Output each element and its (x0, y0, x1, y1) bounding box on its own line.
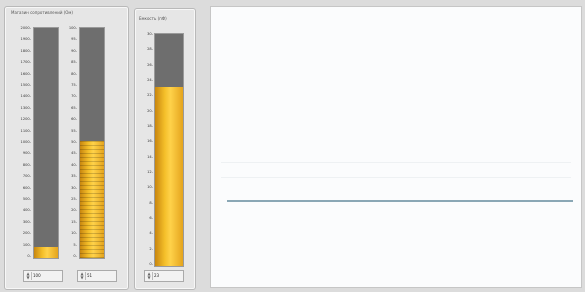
panel-title-capacitance: Емкость (пФ) (139, 16, 167, 21)
scale-tick-label: 8- (149, 200, 153, 205)
scale-tick-label: 85- (71, 60, 77, 65)
scale-tick-label: 15- (71, 219, 77, 224)
numeric-control-capacitance[interactable]: ▲ ▼ 23 (144, 270, 184, 282)
scale-tick-label: 20- (147, 108, 153, 113)
numeric-control-right[interactable]: ▲ ▼ 51 (77, 270, 117, 282)
scale-tick-label: 24- (147, 78, 153, 82)
scale-tick-label: 55- (71, 128, 77, 133)
scale-tick-label: 30- (147, 32, 153, 36)
scale-tick-label: 2000- (20, 26, 31, 30)
scale-tick-label: 0- (73, 254, 77, 258)
capacitance-panel: Емкость (пФ) 30- 28- 26- 24- 22- 20- 18- 16- 14-… (134, 8, 196, 290)
numeric-value-right[interactable]: 51 (87, 273, 92, 278)
scale-tick-label: 800- (22, 162, 31, 167)
scale-tick-label: 1300- (20, 105, 31, 110)
scale-tick-label: 90- (71, 48, 77, 53)
scale-tick-label: 16- (147, 139, 153, 144)
scale-tick-label: 200- (22, 231, 31, 236)
scale-tick-label: 20- (71, 208, 77, 213)
resistance-box-panel: Магазин сопротивлений (Ом) 2000- 1900- 180… (4, 6, 129, 290)
scale-tick-label: 40- (71, 162, 77, 167)
scale-tick-label: 1000- (20, 140, 31, 144)
tube-capacitance (154, 33, 184, 267)
resistance-gauge-right: 100- 95- 90- 85- 80- 75- 70- 65- 60- 55- 50- 45- 40-… (55, 26, 107, 259)
scale-tick-label: 1200- (20, 117, 31, 122)
stepper-arrows-icon[interactable]: ▲ ▼ (146, 272, 153, 280)
level-fill-capacitance (155, 87, 183, 266)
scale-right: 100- 95- 90- 85- 80- 75- 70- 65- 60- 55- 50- 45- 40-… (55, 26, 77, 259)
numeric-control-left[interactable]: ▲ ▼ 100 (23, 270, 63, 282)
scale-tick-label: 80- (71, 71, 77, 76)
scale-tick-label: 2- (149, 246, 153, 251)
scale-tick-label: 300- (22, 219, 31, 224)
scale-tick-label: 1100- (20, 128, 31, 133)
grid-line (221, 162, 571, 163)
scale-tick-label: 700- (22, 174, 31, 179)
scale-tick-label: 4- (149, 231, 153, 236)
panel-title-resistance: Магазин сопротивлений (Ом) (11, 10, 73, 15)
scale-tick-label: 900- (22, 151, 31, 156)
scale-tick-label: 500- (22, 197, 31, 201)
scale-tick-label: 22- (147, 93, 153, 98)
resistance-gauge-left: 2000- 1900- 1800- 1700- 1600- 1500- 1400- 1300-… (9, 26, 61, 259)
scale-tick-label: 1400- (20, 94, 31, 99)
scale-tick-label: 60- (71, 117, 77, 122)
scale-tick-label: 100- (68, 26, 77, 30)
capacitance-gauge: 30- 28- 26- 24- 22- 20- 18- 16- 14- 12- 10- 8- 6- 4- 2… (135, 32, 193, 267)
scale-tick-label: 400- (22, 208, 31, 213)
scale-tick-label: 50- (71, 140, 77, 144)
scale-tick-label: 65- (71, 105, 77, 110)
scale-tick-label: 5- (73, 242, 77, 247)
scale-tick-label: 35- (71, 174, 77, 179)
scale-tick-label: 1900- (20, 37, 31, 42)
scale-tick-label: 10- (71, 231, 77, 236)
scale-tick-label: 0- (149, 262, 153, 266)
scale-tick-label: 28- (147, 47, 153, 52)
scale-tick-label: 10- (147, 185, 153, 190)
numeric-value-left[interactable]: 100 (33, 273, 41, 278)
scale-tick-label: 0- (27, 254, 31, 258)
tube-right (79, 27, 105, 259)
scale-tick-label: 75- (71, 83, 77, 87)
scale-tick-label: 6- (149, 216, 153, 220)
scale-tick-label: 26- (147, 62, 153, 67)
scale-tick-label: 1800- (20, 48, 31, 53)
grid-line (221, 177, 571, 178)
scale-tick-label: 100- (22, 242, 31, 247)
waveform-display (210, 6, 582, 288)
level-fill-right (80, 140, 104, 258)
scale-tick-label: 14- (147, 154, 153, 159)
scale-tick-label: 1700- (20, 60, 31, 65)
signal-trace (227, 200, 573, 202)
scale-tick-label: 1600- (20, 71, 31, 76)
numeric-value-capacitance[interactable]: 23 (154, 273, 159, 278)
scale-left: 2000- 1900- 1800- 1700- 1600- 1500- 1400- 1300-… (9, 26, 31, 259)
scale-tick-label: 12- (147, 170, 153, 174)
scale-capacitance: 30- 28- 26- 24- 22- 20- 18- 16- 14- 12- 10- 8- 6- 4- 2… (135, 32, 153, 267)
scale-tick-label: 45- (71, 151, 77, 156)
scale-tick-label: 18- (147, 124, 153, 128)
scale-tick-label: 70- (71, 94, 77, 99)
scale-tick-label: 30- (71, 185, 77, 190)
scale-tick-label: 600- (22, 185, 31, 190)
scale-tick-label: 25- (71, 197, 77, 201)
scale-tick-label: 1500- (20, 83, 31, 87)
stepper-arrows-icon[interactable]: ▲ ▼ (79, 272, 86, 280)
stepper-arrows-icon[interactable]: ▲ ▼ (25, 272, 32, 280)
scale-tick-label: 95- (71, 37, 77, 42)
